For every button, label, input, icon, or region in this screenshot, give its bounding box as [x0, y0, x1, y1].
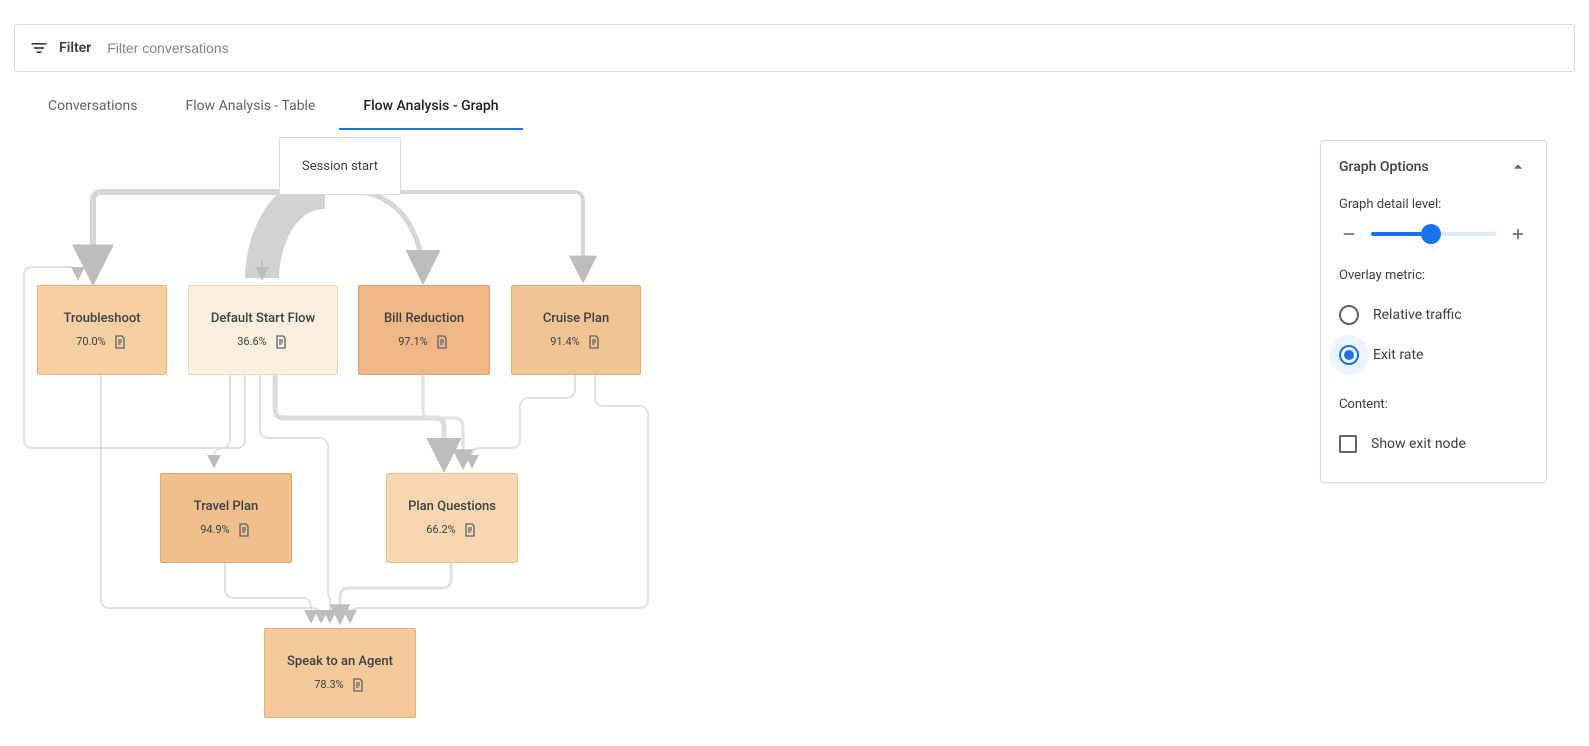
node-metric: 97.1% — [398, 335, 428, 348]
checkbox-icon — [1339, 435, 1357, 453]
checkbox-label: Show exit node — [1371, 436, 1466, 452]
panel-title: Graph Options — [1339, 159, 1429, 175]
page-icon — [586, 334, 602, 350]
graph-options-panel: Graph Options Graph detail level: Overla… — [1320, 140, 1547, 483]
node-cruise-plan[interactable]: Cruise Plan 91.4% — [511, 285, 641, 375]
overlay-metric-label: Overlay metric: — [1339, 268, 1528, 283]
node-metric: 70.0% — [76, 335, 106, 348]
radio-label: Relative traffic — [1373, 307, 1462, 323]
node-session-start[interactable]: Session start — [279, 137, 401, 195]
tabstrip: Conversations Flow Analysis - Table Flow… — [14, 82, 1575, 131]
node-title: Default Start Flow — [211, 311, 315, 326]
node-title: Cruise Plan — [543, 311, 609, 326]
page-icon — [434, 334, 450, 350]
node-troubleshoot[interactable]: Troubleshoot 70.0% — [37, 285, 167, 375]
plus-icon[interactable] — [1508, 224, 1528, 244]
node-travel-plan[interactable]: Travel Plan 94.9% — [160, 473, 292, 563]
filter-label: Filter — [59, 40, 91, 56]
node-speak-to-agent[interactable]: Speak to an Agent 78.3% — [264, 628, 416, 718]
tab-flow-analysis-table[interactable]: Flow Analysis - Table — [161, 82, 339, 130]
filter-icon — [29, 38, 49, 58]
filter-bar: Filter — [14, 24, 1575, 72]
radio-icon — [1339, 305, 1359, 325]
detail-level-slider[interactable] — [1371, 232, 1496, 236]
tab-flow-analysis-graph[interactable]: Flow Analysis - Graph — [339, 82, 522, 130]
chevron-up-icon[interactable] — [1508, 157, 1528, 177]
page-icon — [462, 522, 478, 538]
node-title: Plan Questions — [408, 499, 496, 514]
radio-relative-traffic[interactable]: Relative traffic — [1339, 295, 1528, 335]
page-icon — [112, 334, 128, 350]
node-title: Travel Plan — [194, 499, 258, 514]
page-icon — [236, 522, 252, 538]
filter-input[interactable] — [105, 39, 1560, 57]
overlay-metric-radio-group: Relative traffic Exit rate — [1339, 295, 1528, 375]
node-title: Speak to an Agent — [287, 654, 393, 669]
checkbox-show-exit-node[interactable]: Show exit node — [1339, 424, 1528, 464]
node-title: Troubleshoot — [63, 311, 140, 326]
minus-icon[interactable] — [1339, 224, 1359, 244]
detail-level-label: Graph detail level: — [1339, 197, 1528, 212]
radio-halo — [1329, 335, 1369, 375]
content-label: Content: — [1339, 397, 1528, 412]
node-title: Bill Reduction — [384, 311, 464, 326]
node-metric: 66.2% — [426, 523, 456, 536]
detail-level-slider-row — [1339, 224, 1528, 244]
node-metric: 78.3% — [314, 678, 344, 691]
slider-thumb[interactable] — [1421, 224, 1441, 244]
node-default-start-flow[interactable]: Default Start Flow 36.6% — [188, 285, 338, 375]
radio-label: Exit rate — [1373, 347, 1423, 363]
node-plan-questions[interactable]: Plan Questions 66.2% — [386, 473, 518, 563]
node-metric: 36.6% — [237, 335, 267, 348]
node-title: Session start — [302, 159, 378, 174]
node-metric: 91.4% — [550, 335, 580, 348]
tab-conversations[interactable]: Conversations — [24, 82, 161, 130]
page-icon — [350, 677, 366, 693]
node-bill-reduction[interactable]: Bill Reduction 97.1% — [358, 285, 490, 375]
radio-exit-rate[interactable]: Exit rate — [1339, 335, 1528, 375]
node-metric: 94.9% — [200, 523, 230, 536]
page-icon — [273, 334, 289, 350]
